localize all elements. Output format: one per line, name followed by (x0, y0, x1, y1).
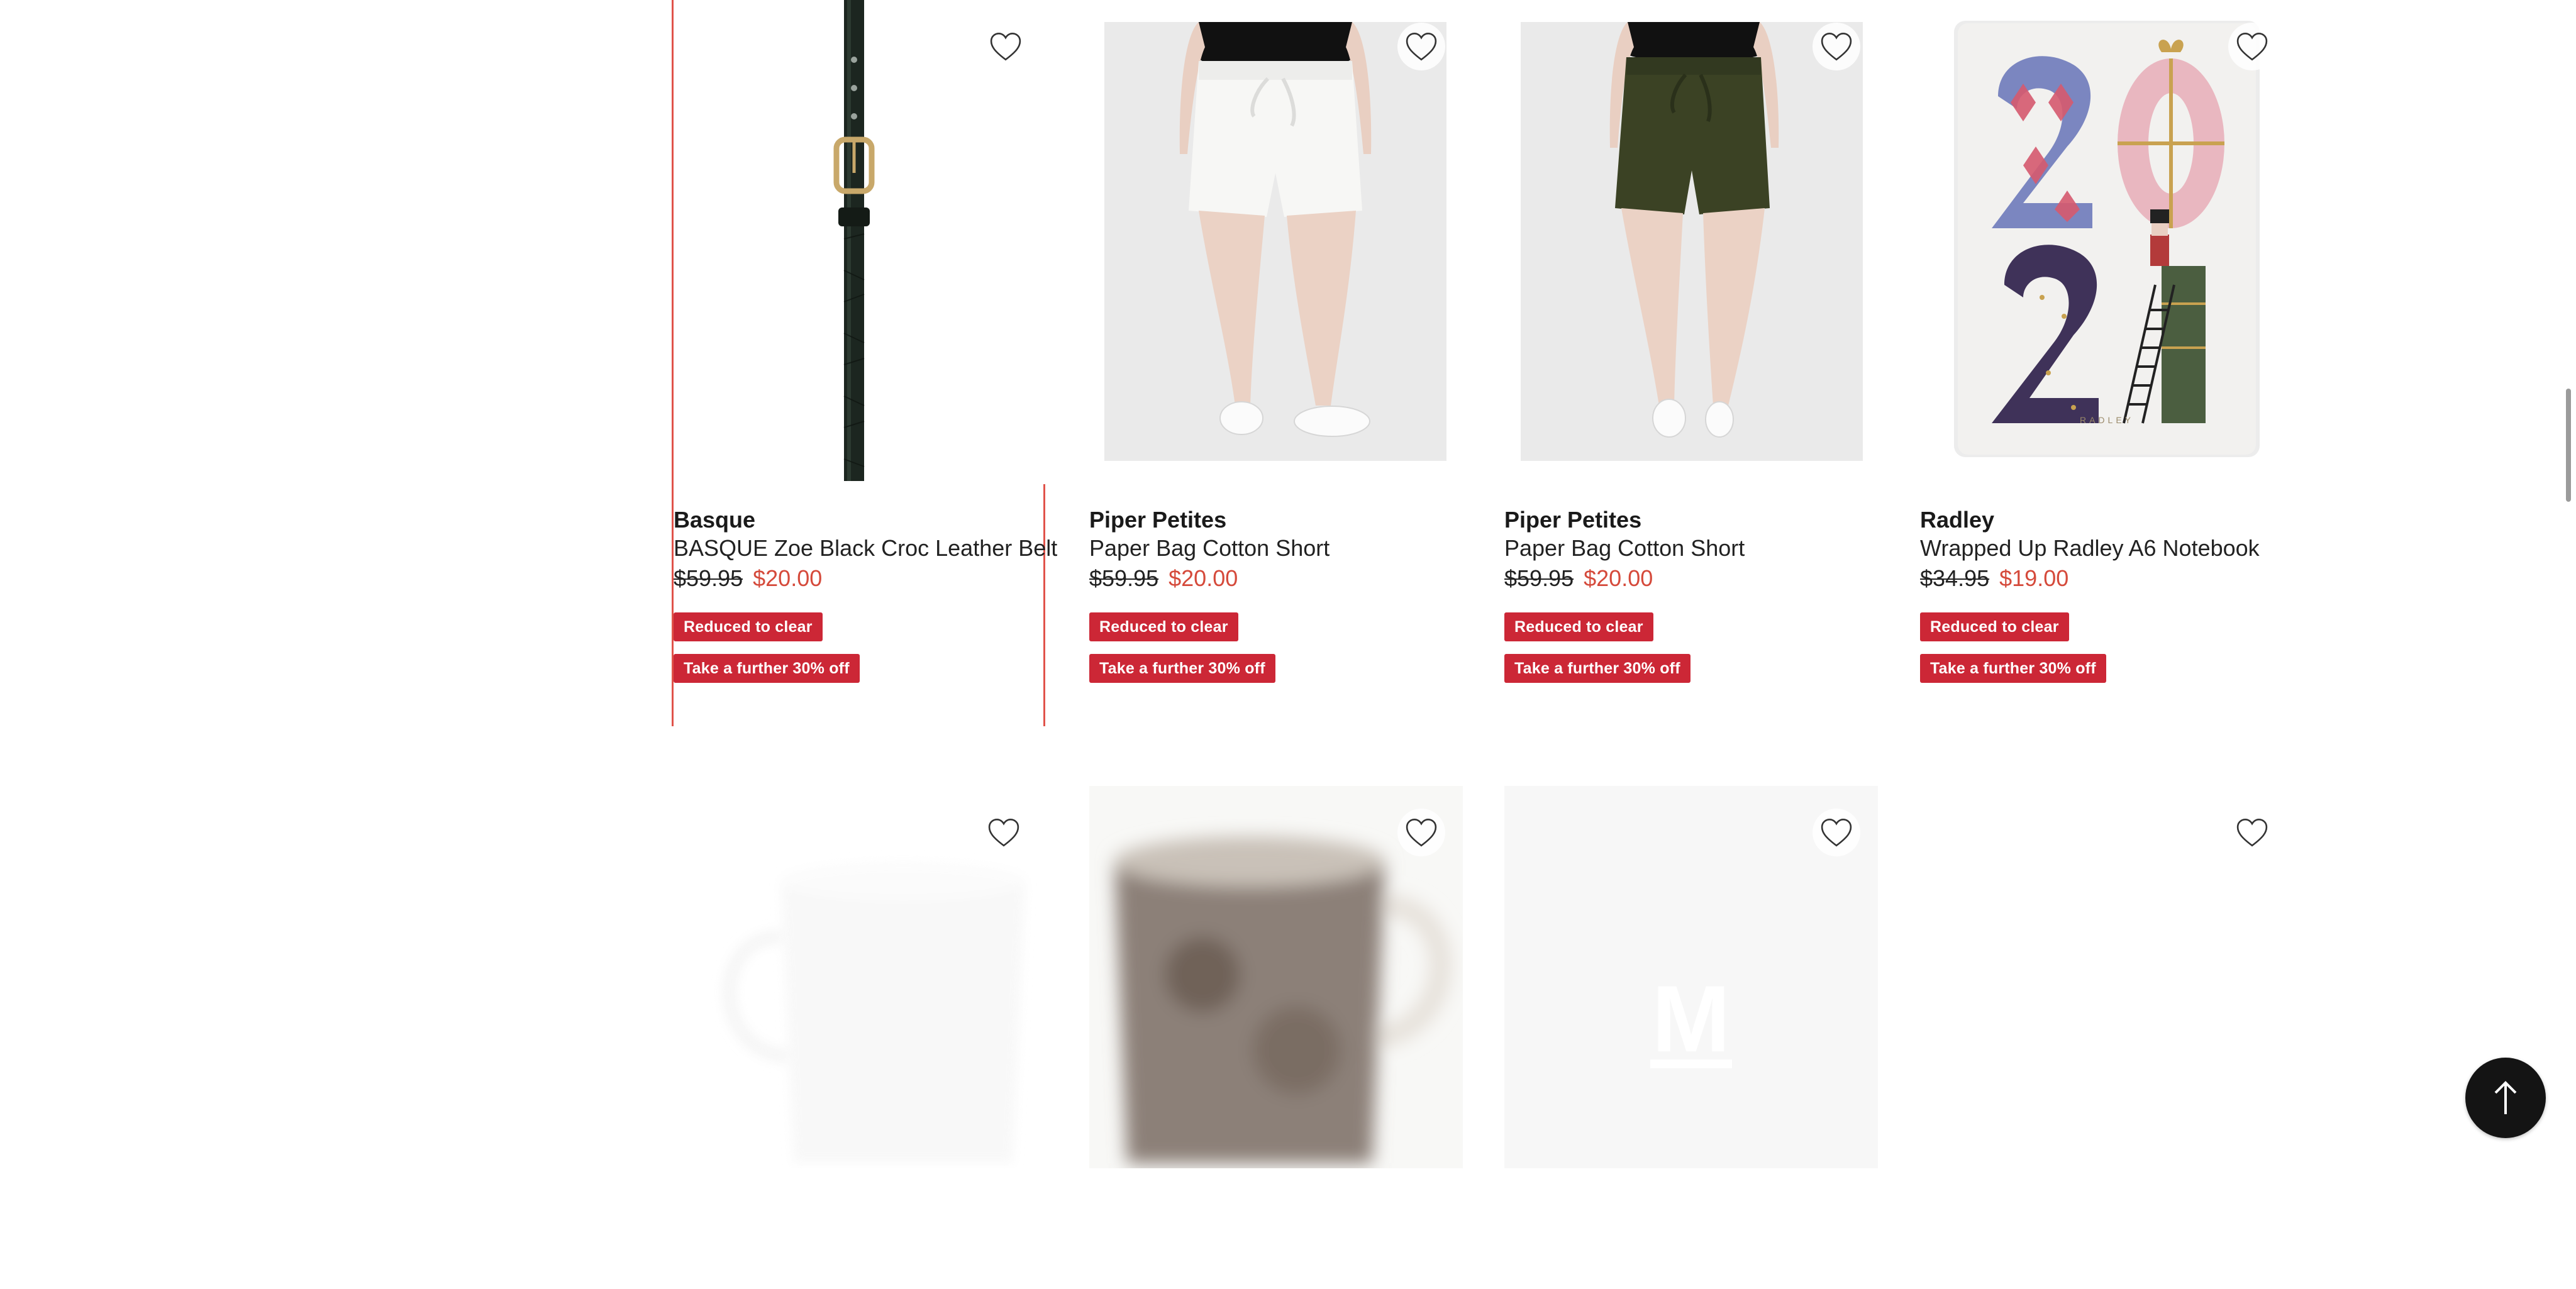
product-brand[interactable]: Radley (1920, 508, 2084, 532)
product-brand[interactable]: Piper Petites (1089, 508, 1253, 532)
product-card-loading[interactable] (1920, 786, 2294, 1168)
reduced-to-clear-badge: Reduced to clear (1089, 612, 1238, 641)
product-card-basque-belt[interactable]: Basque BASQUE Zoe Black Croc Leather Bel… (672, 0, 1057, 726)
product-brand[interactable]: Basque (674, 508, 837, 532)
product-image-link[interactable]: RADLEY (1920, 0, 2294, 503)
wishlist-button[interactable] (982, 23, 1030, 70)
product-name[interactable]: BASQUE Zoe Black Croc Leather Belt (674, 534, 1057, 562)
heart-outline-icon (1821, 818, 1852, 847)
wishlist-button[interactable] (980, 809, 1028, 856)
further-discount-badge: Take a further 30% off (1089, 654, 1275, 683)
product-image (1521, 22, 1863, 461)
svg-text:RADLEY: RADLEY (2080, 415, 2134, 425)
product-brand[interactable]: Piper Petites (1504, 508, 1668, 532)
product-image-link[interactable] (1504, 0, 1878, 503)
product-card-placeholder[interactable]: M (1504, 786, 1878, 1168)
product-image-link[interactable] (1089, 0, 1463, 503)
heart-outline-icon (1406, 818, 1437, 847)
heart-outline-icon (990, 32, 1021, 61)
placeholder-logo: M (1652, 966, 1731, 1071)
heart-outline-icon (2236, 818, 2268, 847)
product-image-link[interactable] (674, 786, 1047, 1289)
product-card-loading[interactable] (1089, 786, 1463, 1168)
product-card-piper-short-white[interactable]: Piper Petites Paper Bag Cotton Short $59… (1089, 0, 1463, 726)
product-price: $59.95 $20.00 (674, 563, 1051, 594)
reduced-to-clear-badge: Reduced to clear (674, 612, 823, 641)
product-price: $59.95 $20.00 (1089, 563, 1467, 594)
product-price: $34.95 $19.00 (1920, 563, 2297, 594)
heart-outline-icon (988, 818, 1019, 847)
was-price: $59.95 (1504, 565, 1574, 591)
product-image (1104, 22, 1446, 461)
heart-outline-icon (1406, 32, 1437, 61)
heart-outline-icon (1821, 32, 1852, 61)
wishlist-button[interactable] (2228, 809, 2276, 856)
placeholder-logo-underline (1650, 1059, 1732, 1068)
product-image (674, 0, 1047, 484)
sale-price: $19.00 (1999, 565, 2069, 591)
wishlist-button[interactable] (1813, 23, 1860, 70)
wishlist-button[interactable] (1397, 23, 1445, 70)
sale-price: $20.00 (1169, 565, 1238, 591)
product-card-loading[interactable] (674, 786, 1047, 1168)
further-discount-badge: Take a further 30% off (1504, 654, 1690, 683)
was-price: $59.95 (674, 565, 743, 591)
arrow-up-icon (2494, 1081, 2517, 1114)
product-image: RADLEY (1954, 21, 2260, 457)
was-price: $59.95 (1089, 565, 1159, 591)
reduced-to-clear-badge: Reduced to clear (1920, 612, 2069, 641)
reduced-to-clear-badge: Reduced to clear (1504, 612, 1653, 641)
wishlist-button[interactable] (2228, 23, 2276, 70)
product-price: $59.95 $20.00 (1504, 563, 1882, 594)
sale-price: $20.00 (753, 565, 823, 591)
product-card-radley-notebook[interactable]: RADLEY Radley Wrapped Up Radley A6 Noteb… (1920, 0, 2294, 726)
further-discount-badge: Take a further 30% off (1920, 654, 2106, 683)
product-image-link[interactable] (674, 0, 1047, 503)
product-card-piper-short-khaki[interactable]: Piper Petites Paper Bag Cotton Short $59… (1504, 0, 1878, 726)
further-discount-badge: Take a further 30% off (674, 654, 860, 683)
product-name[interactable]: Paper Bag Cotton Short (1089, 534, 1467, 562)
product-image-link[interactable] (1089, 786, 1463, 1289)
product-name[interactable]: Paper Bag Cotton Short (1504, 534, 1882, 562)
sale-price: $20.00 (1584, 565, 1653, 591)
wishlist-button[interactable] (1397, 809, 1445, 856)
page-scrollbar-thumb[interactable] (2566, 389, 2571, 502)
wishlist-button[interactable] (1813, 809, 1860, 856)
was-price: $34.95 (1920, 565, 1990, 591)
back-to-top-button[interactable] (2465, 1058, 2546, 1138)
product-name[interactable]: Wrapped Up Radley A6 Notebook (1920, 534, 2297, 562)
heart-outline-icon (2236, 32, 2268, 61)
